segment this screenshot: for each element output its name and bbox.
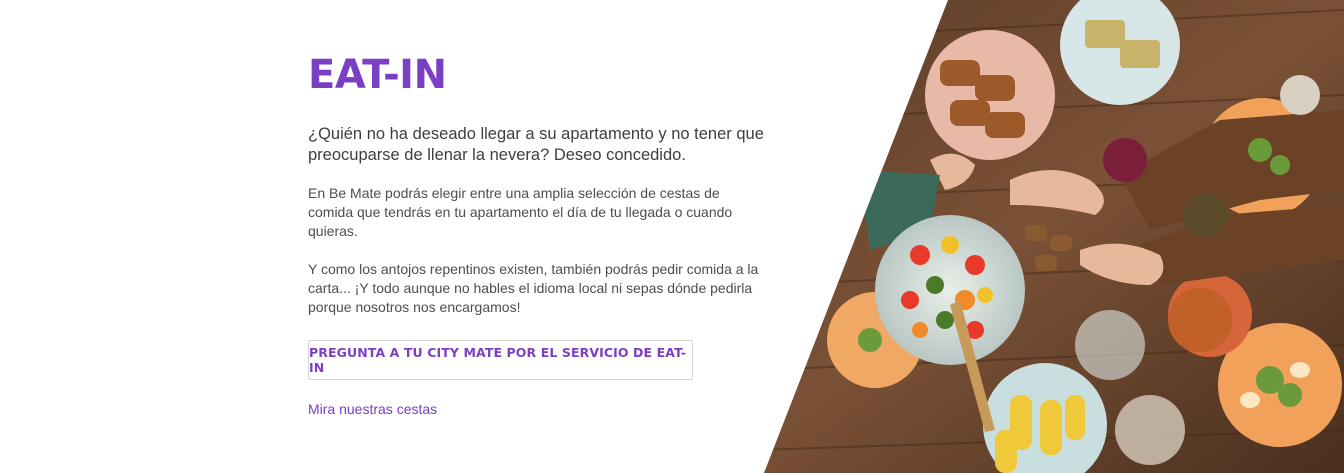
food-table-photo [764, 0, 1344, 473]
